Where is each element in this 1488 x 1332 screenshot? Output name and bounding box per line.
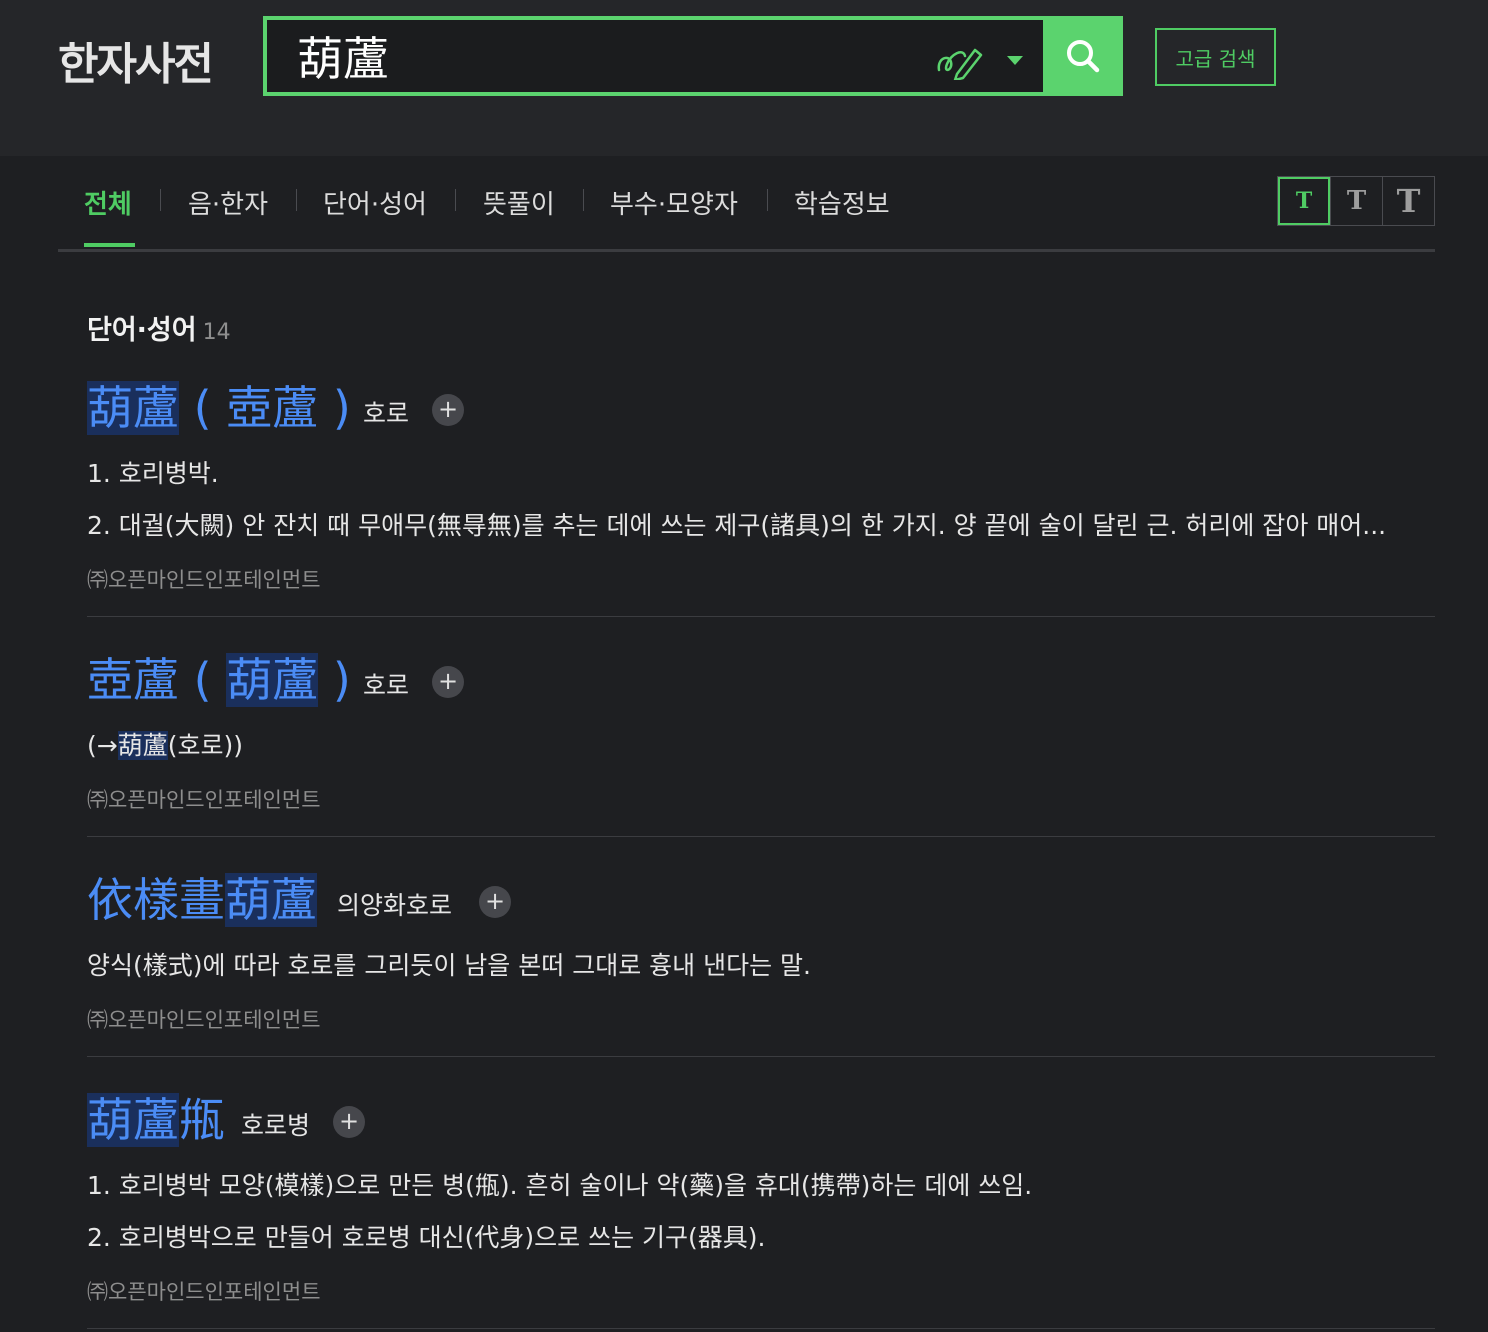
section-title: 단어·성어 14 [87,308,231,347]
entry-source: ㈜오픈마인드인포테인먼트 [87,1280,321,1304]
tab-sound-hanja[interactable]: 음·한자 [188,184,268,221]
search-box [263,16,1123,96]
font-size-medium-button[interactable]: T [1330,177,1382,225]
entry-reading: 호로 [363,671,410,700]
plus-icon[interactable]: + [479,886,511,918]
definition: 2. 호리병박으로 만들어 호로병 대신(代身)으로 쓰는 기구(器具). [87,1223,766,1252]
advanced-search-button[interactable]: 고급 검색 [1155,28,1276,86]
handwriting-pen-icon[interactable] [935,40,987,80]
entry-divider [87,616,1435,617]
headword-link[interactable]: 壺蘆 [87,653,179,707]
tab-meaning[interactable]: 뜻풀이 [483,184,555,221]
entry-source: ㈜오픈마인드인포테인먼트 [87,1008,321,1032]
caret-down-icon[interactable] [1007,56,1023,65]
definition: 1. 호리병박. [87,459,219,488]
tab-bar: 전체 음·한자 단어·성어 뜻풀이 부수·모양자 학습정보 T T T [58,156,1435,252]
result-entry: 葫蘆甁 호로병 + 1. 호리병박 모양(模樣)으로 만든 병(甁). 흔히 술… [87,1090,1435,1320]
definition: 1. 호리병박 모양(模樣)으로 만든 병(甁). 흔히 술이나 약(藥)을 휴… [87,1171,1033,1200]
header: 한자사전 고급 검색 [0,0,1488,156]
tab-active-indicator [84,243,135,247]
entry-reading: 의양화호로 [337,891,453,920]
tab-radical-shape[interactable]: 부수·모양자 [610,184,738,221]
tab-separator [583,189,584,211]
tab-study-info[interactable]: 학습정보 [794,184,890,221]
plus-icon[interactable]: + [432,666,464,698]
font-size-selector: T T T [1277,176,1435,226]
tab-all[interactable]: 전체 [84,184,132,221]
font-size-large-button[interactable]: T [1382,177,1434,225]
definition: 양식(樣式)에 따라 호로를 그리듯이 남을 본떠 그대로 흉내 낸다는 말. [87,951,811,980]
result-entry: 壺蘆 ( 葫蘆 ) 호로 + (→葫蘆(호로)) ㈜오픈마인드인포테인먼트 [87,650,1435,828]
entry-headword: 葫蘆 ( 壺蘆 ) [87,381,351,435]
result-count: 14 [202,320,231,345]
tab-separator [767,189,768,211]
plus-icon[interactable]: + [432,394,464,426]
font-size-small-button[interactable]: T [1278,177,1330,225]
definition-link[interactable]: 葫蘆 [117,731,168,760]
entry-headword[interactable]: 依樣畫葫蘆 [87,870,317,930]
tab-separator [160,189,161,211]
search-button[interactable] [1043,16,1123,96]
search-input[interactable] [297,26,897,86]
tab-separator [296,189,297,211]
result-entry: 葫蘆 ( 壺蘆 ) 호로 + 1. 호리병박. 2. 대궐(大闕) 안 잔치 때… [87,378,1435,608]
magnifier-icon [1067,40,1100,73]
plus-icon[interactable]: + [333,1106,365,1138]
tab-separator [455,189,456,211]
entry-divider [87,1328,1435,1329]
entry-source: ㈜오픈마인드인포테인먼트 [87,568,321,592]
entry-reading: 호로병 [241,1111,311,1140]
headword-link[interactable]: 葫蘆 [87,381,179,435]
entry-headword[interactable]: 葫蘆甁 [87,1090,225,1150]
entry-divider [87,836,1435,837]
definition: (→葫蘆(호로)) [87,731,243,760]
entry-divider [87,1056,1435,1057]
alt-form-link[interactable]: 葫蘆 [226,653,319,707]
result-entry: 依樣畫葫蘆 의양화호로 + 양식(樣式)에 따라 호로를 그리듯이 남을 본떠 … [87,870,1435,1048]
alt-form-link[interactable]: 壺蘆 [226,381,318,435]
section-title-text: 단어·성어 [87,315,197,346]
definition: 2. 대궐(大闕) 안 잔치 때 무애무(無㝵無)를 추는 데에 쓰는 제구(諸… [87,511,1387,540]
entry-source: ㈜오픈마인드인포테인먼트 [87,788,321,812]
tab-words-idioms[interactable]: 단어·성어 [323,184,427,221]
entry-reading: 호로 [363,399,410,428]
entry-headword: 壺蘆 ( 葫蘆 ) [87,653,351,707]
logo[interactable]: 한자사전 [58,28,214,92]
